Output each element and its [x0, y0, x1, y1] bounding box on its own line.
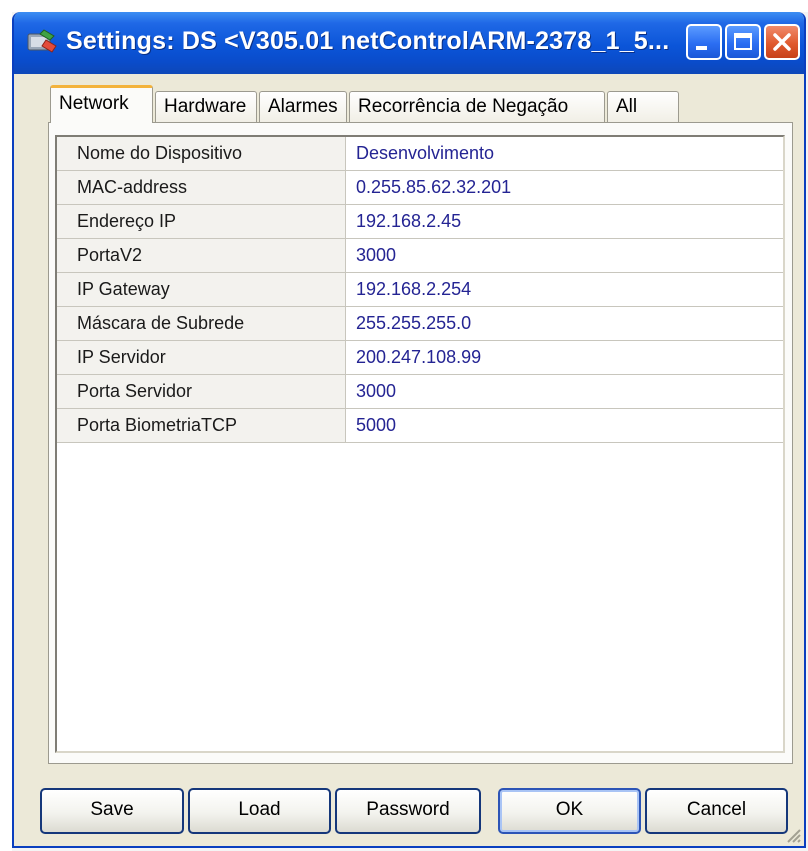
minimize-button[interactable] — [686, 24, 722, 60]
property-name: Máscara de Subrede — [57, 307, 346, 340]
tab-alarmes[interactable]: Alarmes — [259, 91, 347, 122]
property-row[interactable]: MAC-address 0.255.85.62.32.201 — [57, 171, 783, 205]
minimize-icon — [696, 46, 707, 50]
property-row[interactable]: Nome do Dispositivo Desenvolvimento — [57, 137, 783, 171]
maximize-icon — [734, 33, 752, 50]
tab-hardware[interactable]: Hardware — [155, 91, 257, 122]
property-row[interactable]: PortaV2 3000 — [57, 239, 783, 273]
tab-recorrencia-de-negacao[interactable]: Recorrência de Negação — [349, 91, 605, 122]
background-window-edge — [0, 0, 12, 851]
close-icon — [773, 33, 791, 51]
property-row[interactable]: Porta Servidor 3000 — [57, 375, 783, 409]
tab-network[interactable]: Network — [50, 85, 153, 123]
property-name: MAC-address — [57, 171, 346, 204]
property-row[interactable]: Porta BiometriaTCP 5000 — [57, 409, 783, 443]
network-tab-panel: Nome do Dispositivo Desenvolvimento MAC-… — [48, 122, 793, 764]
property-row[interactable]: IP Servidor 200.247.108.99 — [57, 341, 783, 375]
property-value[interactable]: 3000 — [346, 239, 783, 272]
cancel-button[interactable]: Cancel — [645, 788, 788, 834]
ok-button[interactable]: OK — [498, 788, 641, 834]
property-name: Nome do Dispositivo — [57, 137, 346, 170]
property-name: IP Servidor — [57, 341, 346, 374]
property-row[interactable]: Endereço IP 192.168.2.45 — [57, 205, 783, 239]
resize-grip-icon[interactable] — [782, 824, 802, 844]
load-button[interactable]: Load — [188, 788, 331, 834]
property-value[interactable]: 192.168.2.254 — [346, 273, 783, 306]
property-value[interactable]: 5000 — [346, 409, 783, 442]
close-button[interactable] — [764, 24, 800, 60]
property-name: Endereço IP — [57, 205, 346, 238]
property-value[interactable]: Desenvolvimento — [346, 137, 783, 170]
property-name: IP Gateway — [57, 273, 346, 306]
tab-strip: Network Hardware Alarmes Recorrência de … — [36, 82, 796, 123]
background-window-top — [0, 0, 808, 12]
tab-all[interactable]: All — [607, 91, 679, 122]
property-row[interactable]: Máscara de Subrede 255.255.255.0 — [57, 307, 783, 341]
password-button[interactable]: Password — [335, 788, 481, 834]
property-grid[interactable]: Nome do Dispositivo Desenvolvimento MAC-… — [55, 135, 785, 753]
property-name: PortaV2 — [57, 239, 346, 272]
property-value[interactable]: 255.255.255.0 — [346, 307, 783, 340]
property-row[interactable]: IP Gateway 192.168.2.254 — [57, 273, 783, 307]
property-value[interactable]: 200.247.108.99 — [346, 341, 783, 374]
app-icon[interactable] — [26, 26, 58, 56]
title-bar[interactable]: Settings: DS <V305.01 netControlARM-2378… — [14, 12, 804, 74]
property-value[interactable]: 192.168.2.45 — [346, 205, 783, 238]
maximize-button[interactable] — [725, 24, 761, 60]
property-name: Porta Servidor — [57, 375, 346, 408]
property-value[interactable]: 3000 — [346, 375, 783, 408]
save-button[interactable]: Save — [40, 788, 184, 834]
property-value[interactable]: 0.255.85.62.32.201 — [346, 171, 783, 204]
settings-dialog: Settings: DS <V305.01 netControlARM-2378… — [12, 12, 806, 848]
window-title: Settings: DS <V305.01 netControlARM-2378… — [66, 27, 670, 55]
property-name: Porta BiometriaTCP — [57, 409, 346, 442]
